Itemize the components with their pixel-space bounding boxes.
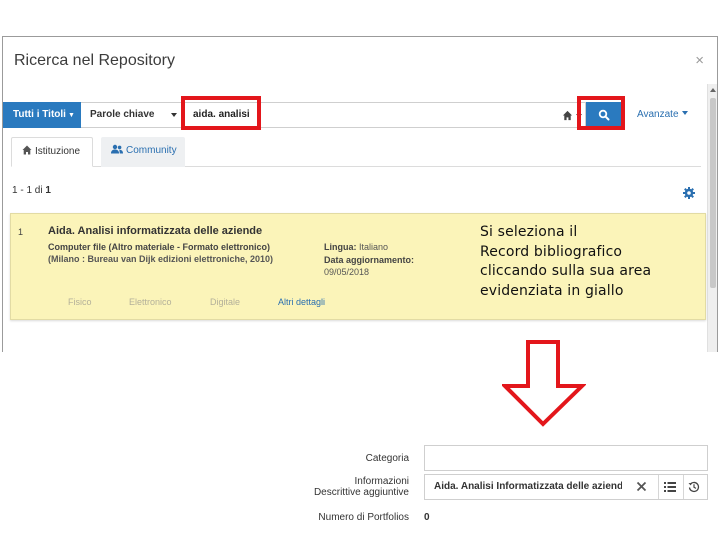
portfolio-count: 0 — [424, 512, 430, 523]
down-arrow-icon — [502, 340, 586, 427]
language-label: Lingua: — [324, 242, 357, 252]
scroll-up-arrow-icon[interactable] — [710, 88, 716, 92]
institution-icon — [22, 145, 32, 155]
scope-dropdown-button[interactable]: Tutti i Titoli ▼ — [3, 102, 81, 128]
result-type: Computer file (Altro materiale - Formato… — [48, 242, 271, 252]
scrollbar-thumb[interactable] — [710, 98, 716, 288]
tab-bar: Istituzione Community — [11, 137, 701, 167]
home-icon[interactable] — [562, 110, 573, 121]
category-label: Categoria — [365, 453, 409, 464]
caret-down-icon — [171, 113, 177, 117]
info-label-line: Descrittive aggiuntive — [313, 487, 409, 498]
community-icon — [111, 144, 123, 154]
result-index: 1 — [18, 227, 24, 237]
history-icon[interactable] — [688, 481, 700, 493]
search-field-select[interactable]: Parole chiave — [81, 102, 184, 128]
close-button[interactable]: × — [695, 53, 704, 68]
info-label: Informazioni Descrittive aggiuntive — [314, 476, 409, 498]
updated-label: Data aggiornamento: — [324, 255, 415, 265]
link-digitale: Digitale — [210, 297, 241, 307]
tab-istituzione[interactable]: Istituzione — [11, 137, 93, 167]
advanced-search-label: Avanzate — [637, 109, 679, 120]
gear-icon[interactable] — [683, 187, 695, 199]
additional-info-value: Aida. Analisi Informatizzata delle azien… — [434, 481, 622, 492]
results-of-label: di — [34, 185, 43, 196]
link-altri-dettagli[interactable]: Altri dettagli — [278, 297, 325, 307]
tab-label: Istituzione — [35, 146, 81, 157]
annotation-line: cliccando sulla sua area — [480, 263, 652, 279]
caret-down-icon: ▼ — [67, 112, 75, 119]
divider — [683, 475, 684, 499]
tab-community[interactable]: Community — [101, 137, 185, 167]
search-button[interactable] — [586, 102, 622, 128]
search-icon — [598, 109, 610, 121]
search-field-label: Parole chiave — [90, 109, 155, 120]
annotation-line: evidenziata in giallo — [480, 282, 624, 299]
results-total: 1 — [45, 185, 51, 196]
search-bar: Tutti i Titoli ▼ Parole chiave aida. anal… — [3, 101, 709, 129]
category-input[interactable] — [424, 445, 708, 471]
info-label-line: Informazioni — [354, 476, 409, 487]
result-title[interactable]: Aida. Analisi informatizzata delle azien… — [48, 225, 262, 237]
divider — [658, 475, 659, 499]
result-publisher: (Milano : Bureau van Dijk edizioni elett… — [48, 254, 274, 264]
search-input[interactable]: aida. analisi — [184, 102, 586, 128]
link-fisico: Fisico — [68, 297, 92, 307]
annotation-line: Record bibliografico — [480, 243, 623, 260]
result-language: Lingua: Italiano — [324, 242, 388, 252]
language-value: Italiano — [359, 242, 389, 252]
clear-icon[interactable] — [636, 481, 647, 492]
link-elettronico: Elettronico — [129, 297, 172, 307]
updated-value: 09/05/2018 — [324, 267, 370, 277]
list-icon[interactable] — [664, 482, 676, 492]
modal-title: Ricerca nel Repository — [14, 52, 175, 69]
advanced-search-link[interactable]: Avanzate — [637, 109, 688, 120]
annotation-line: Si seleziona il — [480, 224, 578, 240]
additional-info-field[interactable]: Aida. Analisi Informatizzata delle azien… — [424, 474, 708, 500]
results-range: 1 - 1 — [12, 185, 33, 196]
caret-down-icon — [681, 111, 688, 115]
caret-down-icon[interactable] — [576, 114, 582, 118]
results-count: 1 - 1 di 1 — [12, 185, 51, 196]
tab-label: Community — [126, 145, 177, 156]
portfolio-label: Numero di Portfolios — [318, 512, 409, 523]
scope-label: Tutti i Titoli — [13, 109, 66, 120]
instruction-annotation: Si seleziona il Record bibliografico cli… — [480, 223, 690, 301]
search-query: aida. analisi — [193, 109, 250, 120]
repository-search-modal: Ricerca nel Repository × Tutti i Titoli ▼… — [2, 36, 718, 352]
